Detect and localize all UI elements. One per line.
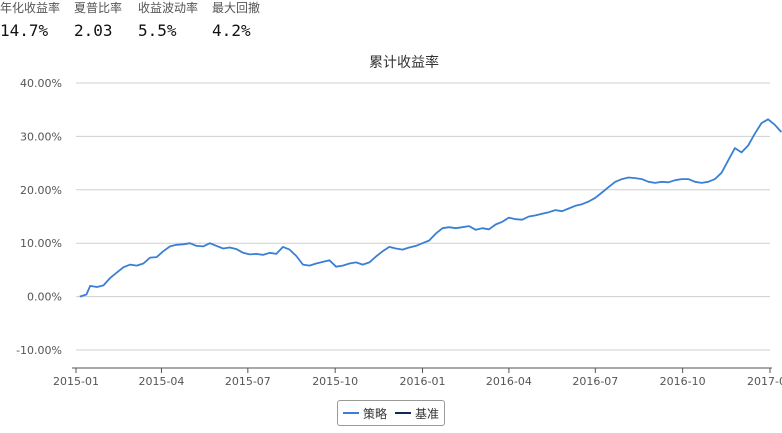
y-tick-label: 40.00% [20,77,62,90]
legend-swatch-strategy [342,412,359,414]
series-layer [79,118,782,298]
legend-label-strategy: 策略 [362,406,387,421]
x-tick-label: 2015-01 [53,375,99,388]
chart-title: 累计收益率 [369,54,439,71]
y-axis: -10.00% 0.00% 10.00% 20.00% 30.00% 40.00% [16,77,62,357]
x-tick-label: 2016-10 [660,375,706,388]
x-tick-label: 2017-01 [747,375,782,388]
grid-lines [76,82,770,351]
x-axis: 2015-01 2015-04 2015-07 2015-10 2016-01 2016-… [53,367,782,388]
x-tick-label: 2016-01 [400,375,446,388]
x-tick-label: 2015-10 [312,375,358,388]
legend: 策略 基准 [337,400,445,426]
y-tick-label: 0.00% [27,291,62,304]
y-tick-label: 10.00% [20,237,62,250]
x-tick-label: 2016-04 [486,375,532,388]
cumulative-return-chart: 累计收益率 -10.00% 0.00% 10.00% 20.00% 30.00% 40.0… [16,54,782,388]
y-tick-label: 20.00% [20,184,62,197]
legend-item-strategy[interactable]: 策略 [342,405,387,422]
legend-label-benchmark: 基准 [415,406,440,421]
x-tick-label: 2016-07 [572,375,618,388]
y-tick-label: -10.00% [16,344,62,357]
x-tick-label: 2015-07 [225,375,271,388]
series-line-strategy [79,118,782,298]
y-tick-label: 30.00% [20,130,62,143]
x-tick-label: 2015-04 [138,375,184,388]
legend-swatch-benchmark [395,412,411,414]
legend-item-benchmark[interactable]: 基准 [395,405,439,422]
